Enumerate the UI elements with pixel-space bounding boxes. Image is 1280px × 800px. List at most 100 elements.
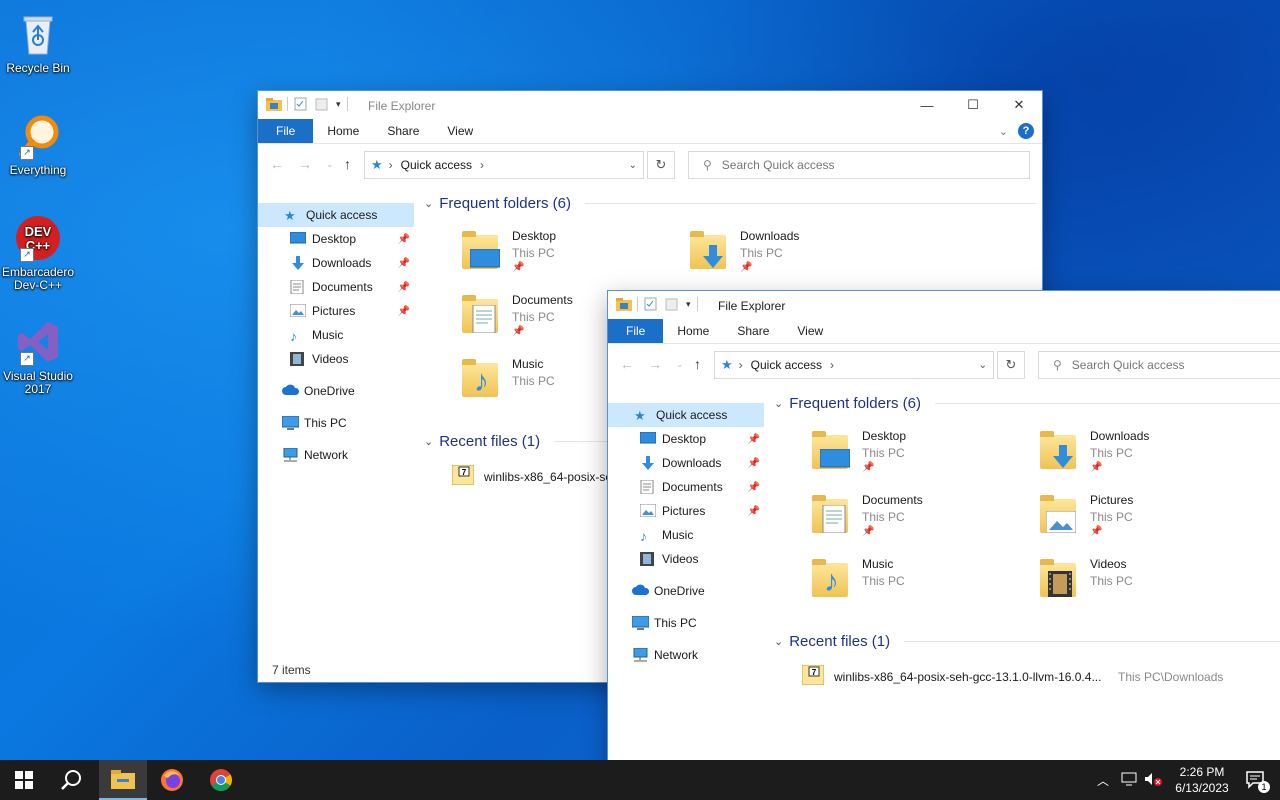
pictures-icon [289, 303, 307, 318]
nav-desktop[interactable]: Desktop 📌 [258, 227, 414, 251]
recent-locations-icon[interactable]: ⌄ [326, 159, 334, 170]
desktop-icon-recycle-bin[interactable]: Recycle Bin [0, 10, 76, 75]
back-arrow-icon[interactable]: ← [620, 356, 634, 372]
nav-desktop[interactable]: Desktop 📌 [608, 427, 764, 451]
desktop-icon-visual-studio[interactable]: ↗ Visual Studio 2017 [0, 318, 76, 396]
nav-onedrive[interactable]: OneDrive [608, 579, 764, 603]
window-title: File Explorer [718, 299, 786, 313]
nav-music[interactable]: ♪ Music [258, 323, 414, 347]
nav-downloads[interactable]: Downloads 📌 [608, 451, 764, 475]
group-header-recent[interactable]: ⌄ Recent files (1) [774, 633, 1280, 650]
quick-access-toolbar: ▾ [266, 97, 348, 111]
minimize-icon[interactable]: — [904, 91, 950, 119]
address-bar[interactable]: ★ › Quick access › ⌄ [364, 151, 644, 179]
tab-share[interactable]: Share [373, 119, 433, 143]
nav-network[interactable]: Network [608, 643, 764, 667]
nav-network[interactable]: Network [258, 443, 414, 467]
group-header-frequent[interactable]: ⌄ Frequent folders (6) [774, 395, 1280, 412]
properties-icon[interactable] [294, 97, 309, 111]
recent-file-row[interactable]: 7 winlibs-x86_64-posix-seh-gcc-13.1.0-ll… [801, 664, 1272, 688]
qat-dropdown-icon[interactable]: ▾ [686, 299, 691, 310]
folder-tile-music[interactable]: ♪ Music This PC [808, 557, 1028, 617]
tab-home[interactable]: Home [313, 119, 373, 143]
folder-tile-videos[interactable]: Videos This PC [1036, 557, 1256, 617]
nav-pictures[interactable]: Pictures 📌 [258, 299, 414, 323]
windows-logo-icon [15, 771, 33, 789]
expand-ribbon-icon[interactable]: ⌄ [999, 125, 1008, 138]
tab-file[interactable]: File [608, 319, 664, 343]
nav-quick-access[interactable]: ★ Quick access [258, 203, 414, 227]
nav-downloads[interactable]: Downloads 📌 [258, 251, 414, 275]
folder-tile-desktop[interactable]: Desktop This PC 📌 [808, 429, 1028, 489]
file-explorer-window-front[interactable]: ▾ File Explorer File Home Share View ← →… [608, 291, 1280, 771]
taskbar-search-button[interactable] [48, 760, 96, 800]
nav-videos[interactable]: Videos [608, 547, 764, 571]
nav-pictures[interactable]: Pictures 📌 [608, 499, 764, 523]
nav-this-pc[interactable]: This PC [608, 611, 764, 635]
back-arrow-icon[interactable]: ← [270, 156, 284, 172]
up-arrow-icon[interactable]: ↑ [344, 156, 351, 172]
desktop-icon [639, 431, 657, 446]
group-header-frequent[interactable]: ⌄ Frequent folders (6) [424, 195, 1036, 212]
desktop-icon-devcpp[interactable]: DEV C++ ↗ Embarcadero Dev-C++ [0, 214, 76, 292]
tab-file[interactable]: File [258, 119, 314, 143]
nav-documents[interactable]: Documents 📌 [608, 475, 764, 499]
taskbar-chrome[interactable] [197, 760, 245, 800]
properties-icon[interactable] [644, 297, 659, 311]
forward-arrow-icon[interactable]: → [298, 156, 312, 172]
pin-icon: 📌 [512, 262, 525, 273]
pin-icon: 📌 [397, 305, 410, 317]
folder-icon [808, 429, 856, 475]
refresh-icon[interactable]: ↻ [997, 351, 1025, 379]
folder-tile-pictures[interactable]: Pictures This PC 📌 [1036, 493, 1256, 553]
folder-tile-downloads[interactable]: Downloads This PC 📌 [686, 229, 906, 289]
tab-share[interactable]: Share [723, 319, 783, 343]
navigation-pane: ★ Quick access Desktop 📌 Downloads 📌 Docum… [608, 403, 764, 667]
volume-muted-icon[interactable] [1142, 772, 1164, 789]
tab-home[interactable]: Home [663, 319, 723, 343]
title-bar[interactable]: ▾ File Explorer [608, 291, 1280, 319]
breadcrumb-quick-access[interactable]: Quick access [401, 158, 472, 172]
taskbar-file-explorer[interactable] [99, 760, 147, 800]
videos-icon [640, 552, 656, 566]
title-bar[interactable]: ▾ File Explorer — ☐ ✕ [258, 91, 1042, 119]
downloads-icon [640, 456, 656, 470]
network-status-icon[interactable] [1118, 772, 1140, 789]
address-bar[interactable]: ★ › Quick access › ⌄ [714, 351, 994, 379]
forward-arrow-icon[interactable]: → [648, 356, 662, 372]
up-arrow-icon[interactable]: ↑ [694, 356, 701, 372]
desktop-icon-everything[interactable]: ↗ Everything [0, 112, 76, 177]
search-box[interactable]: ⚲ Search Quick access [1038, 351, 1280, 379]
show-hidden-icons-chevron-icon[interactable]: ︿ [1094, 772, 1112, 789]
refresh-icon[interactable]: ↻ [647, 151, 675, 179]
search-box[interactable]: ⚲ Search Quick access [688, 151, 1030, 179]
folder-tile-downloads[interactable]: Downloads This PC 📌 [1036, 429, 1256, 489]
close-icon[interactable]: ✕ [996, 91, 1042, 119]
start-button[interactable] [0, 760, 48, 800]
action-center-button[interactable]: 1 [1232, 760, 1280, 800]
quick-access-star-icon: ★ [371, 157, 383, 172]
tab-view[interactable]: View [433, 119, 487, 143]
address-dropdown-icon[interactable]: ⌄ [979, 360, 987, 371]
qat-dropdown-icon[interactable]: ▾ [336, 99, 341, 110]
breadcrumb-quick-access[interactable]: Quick access [751, 358, 822, 372]
folder-tile-documents[interactable]: Documents This PC 📌 [808, 493, 1028, 553]
new-folder-icon[interactable] [315, 97, 330, 111]
nav-quick-access[interactable]: ★ Quick access [608, 403, 764, 427]
help-icon[interactable]: ? [1018, 123, 1034, 139]
recent-file-row[interactable]: 7 winlibs-x86_64-posix-se [451, 464, 612, 488]
taskbar-clock[interactable]: 2:26 PM 6/13/2023 [1170, 764, 1234, 796]
new-folder-icon[interactable] [665, 297, 680, 311]
address-dropdown-icon[interactable]: ⌄ [629, 160, 637, 171]
nav-documents[interactable]: Documents 📌 [258, 275, 414, 299]
taskbar-firefox[interactable] [148, 760, 196, 800]
nav-this-pc[interactable]: This PC [258, 411, 414, 435]
nav-music[interactable]: ♪ Music [608, 523, 764, 547]
folder-tile-desktop[interactable]: Desktop This PC 📌 [458, 229, 678, 289]
nav-videos[interactable]: Videos [258, 347, 414, 371]
nav-onedrive[interactable]: OneDrive [258, 379, 414, 403]
explorer-folder-icon [266, 97, 282, 111]
recent-locations-icon[interactable]: ⌄ [676, 359, 684, 370]
maximize-icon[interactable]: ☐ [950, 91, 996, 119]
tab-view[interactable]: View [783, 319, 837, 343]
